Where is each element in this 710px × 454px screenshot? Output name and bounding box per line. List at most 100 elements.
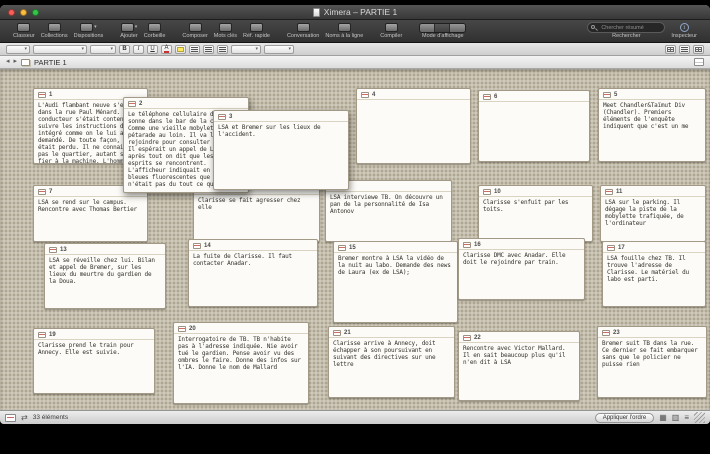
card-synopsis: Bremer suit TB dans la rue. Ce dernier s… — [598, 338, 706, 397]
compose-icon — [189, 23, 202, 32]
close-button[interactable] — [8, 9, 15, 16]
window-title-area: Ximera – PARTIE 1 — [0, 5, 710, 19]
toolbar-keywords-button[interactable]: Mots clés — [211, 22, 240, 40]
link-icon — [681, 47, 688, 52]
index-card-11[interactable]: 11 LSA sur le parking. Il dégage la pist… — [600, 185, 706, 242]
zoom-button[interactable] — [32, 9, 39, 16]
split-view-icon[interactable] — [694, 58, 704, 66]
view-mode-document-segment[interactable] — [420, 24, 435, 32]
quickref-icon — [250, 23, 263, 32]
resize-grip[interactable] — [694, 412, 705, 423]
toolbar-wrap-names-button[interactable]: Noms à la ligne — [322, 22, 366, 40]
collections-icon — [48, 23, 61, 32]
toolbar-binder-button[interactable]: Classeur — [10, 22, 38, 40]
index-card-icon — [38, 332, 46, 338]
toolbar-trash-button[interactable]: Corbeille — [141, 22, 169, 40]
chevron-down-icon: ▾ — [24, 47, 27, 52]
index-card-23[interactable]: 23 Bremer suit TB dans la rue. Ce dernie… — [597, 326, 707, 398]
toolbar-layouts-button[interactable]: ▾ Dispositions — [71, 22, 107, 40]
index-card-10[interactable]: 10 Clarisse s'enfuit par les toits. — [478, 185, 593, 242]
index-card-icon — [607, 245, 615, 251]
index-card-icon — [603, 92, 611, 98]
bold-button[interactable]: B — [119, 45, 130, 54]
highlight-button[interactable] — [175, 45, 186, 54]
align-left-button[interactable] — [189, 45, 200, 54]
corkboard[interactable]: 1 L'Audi flambant neuve s'engage dans la… — [0, 69, 710, 410]
table-button[interactable] — [665, 45, 676, 54]
toolbar-compose-button[interactable]: Composer — [179, 22, 210, 40]
card-synopsis: Clarisse prend le train pour Annecy. Ell… — [34, 340, 154, 393]
toolbar-add-button[interactable]: ▾ Ajouter — [117, 22, 140, 40]
toolbar-inspector-button[interactable]: Inspecteur — [668, 22, 700, 40]
card-synopsis: Clarisse se fait agresser chez elle — [194, 195, 319, 241]
link-button[interactable] — [679, 45, 690, 54]
corkboard-options-icon[interactable]: ≡ — [684, 413, 689, 423]
commit-order-button[interactable]: Appliquer l'ordre — [595, 413, 655, 423]
bold-icon: B — [122, 46, 126, 52]
toolbar-collections-button[interactable]: Collections — [38, 22, 71, 40]
font-dropdown[interactable]: ▾ — [33, 45, 87, 54]
index-card-5[interactable]: 5 Meet Chandler&Taïmut Div (Chandler). P… — [598, 88, 706, 162]
table-icon — [667, 47, 674, 52]
underline-button[interactable]: U — [147, 45, 158, 54]
index-card-13[interactable]: 13 LSA se réveille chez lui. Bilan et ap… — [44, 243, 166, 309]
history-back-button[interactable]: ◂ — [6, 57, 10, 67]
search-input[interactable] — [587, 22, 665, 33]
index-card-15[interactable]: 15 Bremer montre à LSA la vidéo de la nu… — [333, 241, 458, 323]
status-bar: ⇄ 33 éléments Appliquer l'ordre ▦ ▥ ≡ — [0, 410, 710, 424]
index-card-19[interactable]: 19 Clarisse prend le train pour Annecy. … — [33, 328, 155, 394]
minimize-button[interactable] — [20, 9, 27, 16]
view-mode-corkboard-segment[interactable] — [435, 24, 450, 32]
index-card-icon — [38, 92, 46, 98]
keywords-icon — [219, 23, 232, 32]
toolbar-quickref-button[interactable]: Réf. rapide — [240, 22, 273, 40]
history-forward-button[interactable]: ▸ — [14, 57, 18, 67]
index-card-7[interactable]: 7 LSA se rend sur le campus. Rencontre a… — [33, 185, 148, 242]
text-color-button[interactable]: A — [161, 45, 172, 54]
document-proxy-icon — [313, 8, 320, 17]
card-synopsis: LSA fouille chez TB. Il trouve l'adresse… — [603, 253, 705, 306]
chevron-down-icon: ▾ — [135, 25, 138, 30]
compile-icon — [385, 23, 398, 32]
view-mode-outline-segment[interactable] — [450, 24, 465, 32]
chevron-down-icon: ▾ — [288, 47, 291, 52]
index-card-icon — [463, 242, 471, 248]
italic-icon: I — [138, 46, 140, 52]
index-card-16[interactable]: 16 Clarisse DMC avec Anadar. Elle doit l… — [458, 238, 585, 300]
index-card-4[interactable]: 4 — [356, 88, 471, 164]
ruler-button[interactable] — [693, 45, 704, 54]
editor-title: PARTIE 1 — [34, 58, 67, 67]
format-bar: ▾ ▾ ▾ B I U A ▾ ▾ — [0, 43, 710, 56]
index-card-icon — [49, 247, 57, 253]
ruler-icon — [695, 47, 702, 52]
line-spacing-dropdown[interactable]: ▾ — [231, 45, 261, 54]
align-center-button[interactable] — [203, 45, 214, 54]
index-card-3[interactable]: 3 LSA et Bremer sur les lieux de l'accid… — [213, 110, 349, 190]
list-dropdown[interactable]: ▾ — [264, 45, 294, 54]
index-card-14[interactable]: 14 La fuite de Clarisse. Il faut contact… — [188, 239, 318, 307]
index-card-17[interactable]: 17 LSA fouille chez TB. Il trouve l'adre… — [602, 241, 706, 307]
corkboard-grid-icon[interactable]: ▦ — [659, 413, 667, 423]
index-card-21[interactable]: 21 Clarisse arrive à Annecy, doit échapp… — [328, 326, 455, 398]
align-right-button[interactable] — [217, 45, 228, 54]
index-card-22[interactable]: 22 Rencontre avec Victor Mallard. Il en … — [458, 331, 580, 401]
corkboard-rows-icon[interactable]: ▥ — [672, 413, 680, 423]
text-color-icon: A — [164, 45, 168, 53]
card-stack-icon[interactable] — [5, 414, 16, 422]
align-center-icon — [205, 47, 212, 52]
index-card-6[interactable]: 6 — [478, 90, 590, 162]
layouts-icon — [80, 23, 93, 32]
style-dropdown[interactable]: ▾ — [6, 45, 30, 54]
toolbar-compile-button[interactable]: Compiler — [377, 22, 405, 40]
italic-button[interactable]: I — [133, 45, 144, 54]
font-size-dropdown[interactable]: ▾ — [90, 45, 116, 54]
align-left-icon — [191, 47, 198, 52]
item-count: 33 éléments — [33, 414, 68, 421]
toolbar-conversation-button[interactable]: Conversation — [284, 22, 322, 40]
index-card-icon — [605, 189, 613, 195]
index-card-20[interactable]: 20 Interrogatoire de TB. TB n'habite pas… — [173, 322, 309, 404]
reorder-arrows-icon[interactable]: ⇄ — [21, 413, 28, 423]
folder-stack-icon — [21, 59, 30, 66]
card-synopsis: LSA se rend sur le campus. Rencontre ave… — [34, 197, 147, 241]
index-card-icon — [128, 101, 136, 107]
